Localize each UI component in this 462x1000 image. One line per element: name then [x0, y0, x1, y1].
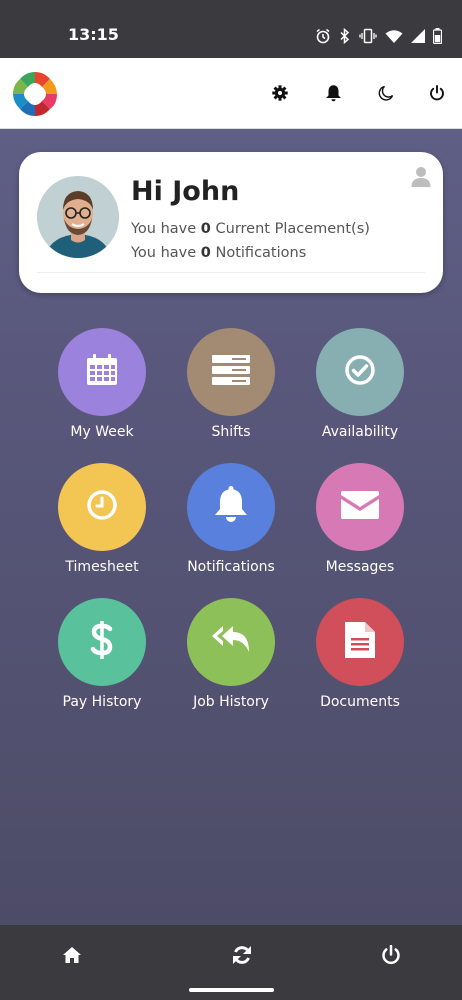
tile-documents[interactable]: Documents [295, 598, 425, 723]
tile-notifications[interactable]: Notifications [166, 463, 296, 588]
battery-icon [433, 28, 442, 44]
shifts-list-icon [212, 354, 250, 390]
dashboard-content: Hi John You have 0 Current Placement(s) … [0, 129, 462, 925]
notifications-summary: You have 0 Notifications [131, 245, 306, 261]
placements-summary: You have 0 Current Placement(s) [131, 221, 370, 237]
tile-circle [58, 328, 146, 416]
tile-circle [187, 328, 275, 416]
profile-card: Hi John You have 0 Current Placement(s) … [19, 152, 443, 293]
tile-label: Notifications [187, 559, 275, 575]
notification-bell-icon[interactable] [320, 80, 346, 106]
vibrate-icon [359, 28, 377, 44]
notifications-count: 0 [200, 245, 211, 261]
tile-label: Shifts [211, 424, 251, 440]
calendar-icon [85, 353, 119, 392]
notifications-prefix: You have [131, 245, 201, 261]
document-icon [345, 621, 375, 663]
notifications-suffix: Notifications [210, 245, 307, 261]
status-time: 13:15 [68, 25, 119, 44]
tile-label: Messages [325, 559, 395, 575]
tile-label: Timesheet [65, 559, 139, 575]
home-icon[interactable] [59, 942, 85, 968]
tile-label: Job History [193, 694, 269, 710]
tile-circle [58, 598, 146, 686]
tile-circle [58, 463, 146, 551]
tile-availability[interactable]: Availability [295, 328, 425, 453]
tile-circle [187, 463, 275, 551]
tile-circle [316, 463, 404, 551]
tile-timesheet[interactable]: Timesheet [37, 463, 167, 588]
signal-icon [411, 29, 425, 43]
placements-prefix: You have [131, 221, 201, 237]
tile-label: Pay History [62, 694, 142, 710]
app-header [0, 58, 462, 129]
dollar-icon [90, 620, 114, 665]
reply-all-icon [211, 624, 251, 661]
profile-user-icon[interactable] [411, 166, 431, 188]
status-bar: 13:15 [0, 0, 462, 58]
power-icon[interactable] [424, 80, 450, 106]
settings-gear-icon[interactable] [267, 80, 293, 106]
tile-label: Documents [320, 694, 400, 710]
alarm-icon [315, 28, 331, 44]
power-icon[interactable] [378, 942, 404, 968]
tile-label: My Week [70, 424, 134, 440]
greeting: Hi John [131, 176, 240, 207]
tile-job-history[interactable]: Job History [166, 598, 296, 723]
tile-label: Availability [321, 424, 399, 440]
envelope-icon [341, 490, 379, 524]
tile-circle [316, 598, 404, 686]
tile-shifts[interactable]: Shifts [166, 328, 296, 453]
card-divider [37, 272, 425, 273]
placements-suffix: Current Placement(s) [210, 221, 370, 237]
tile-my-week[interactable]: My Week [37, 328, 167, 453]
check-circle-icon [344, 354, 376, 391]
status-icons [315, 26, 442, 46]
wifi-icon [385, 29, 403, 44]
tile-circle [187, 598, 275, 686]
home-indicator[interactable] [189, 988, 274, 992]
tile-messages[interactable]: Messages [295, 463, 425, 588]
placements-count: 0 [200, 221, 211, 237]
tile-pay-history[interactable]: Pay History [37, 598, 167, 723]
bell-icon [214, 485, 248, 529]
bluetooth-icon [339, 28, 351, 44]
clock-icon [86, 489, 118, 526]
dark-mode-moon-icon[interactable] [373, 80, 399, 106]
app-logo[interactable] [10, 69, 60, 119]
avatar[interactable] [37, 176, 119, 258]
refresh-icon[interactable] [229, 942, 255, 968]
tile-circle [316, 328, 404, 416]
